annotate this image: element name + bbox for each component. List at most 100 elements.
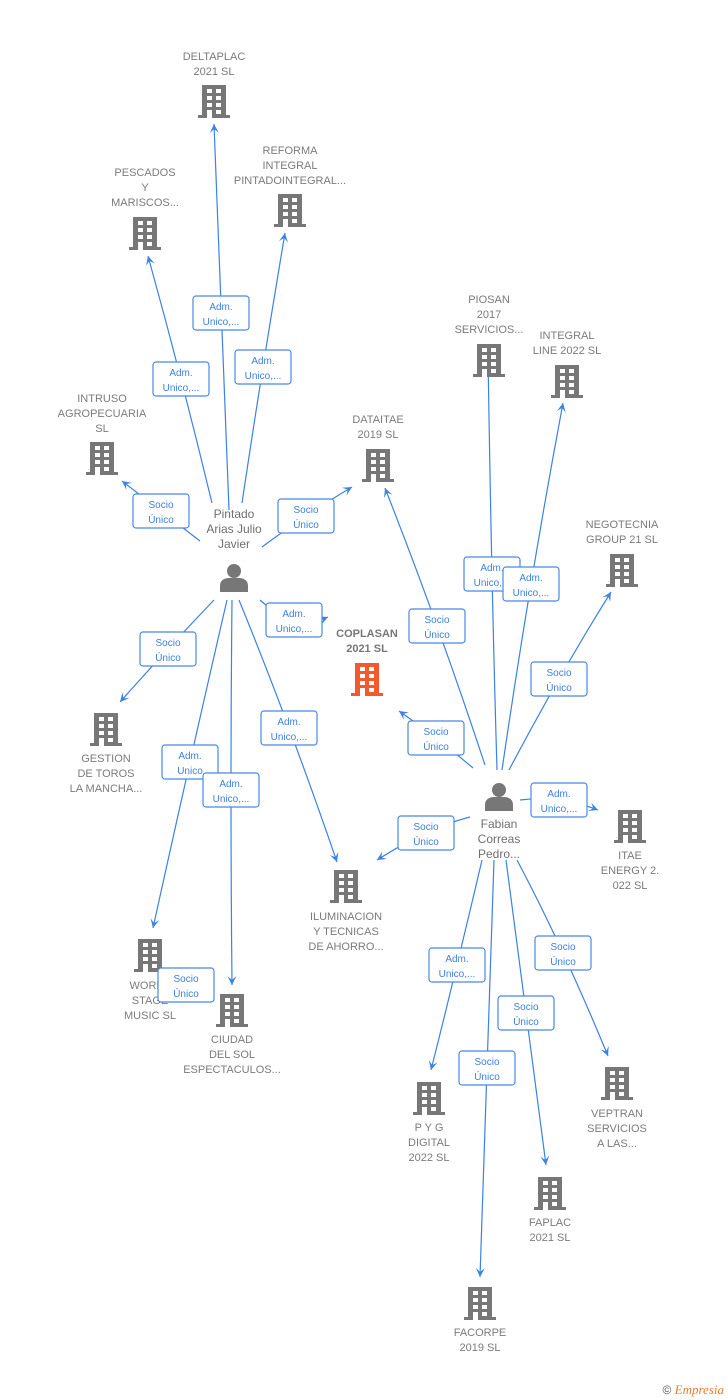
building-body bbox=[468, 1287, 492, 1318]
node-label: 2021 SL bbox=[194, 66, 235, 78]
node-deltaplac[interactable]: DELTAPLAC 2021 SL bbox=[183, 51, 246, 120]
edge-label[interactable]: Adm. Unico,... bbox=[152, 361, 210, 397]
edge-label[interactable]: Socio Único bbox=[497, 995, 555, 1031]
edge-label-text: Socio bbox=[293, 505, 318, 516]
edge-label-text: Unico,... bbox=[245, 371, 282, 382]
edge-label[interactable]: Adm. Unico,... bbox=[502, 566, 560, 602]
edge-label[interactable]: Socio Único bbox=[458, 1050, 516, 1086]
edge-label-text: Unico,... bbox=[541, 804, 578, 815]
edge-label[interactable]: Adm. Unico,... bbox=[260, 710, 318, 746]
node-label: 022 SL bbox=[613, 880, 648, 892]
edge-label-text: Socio bbox=[424, 615, 449, 626]
edge-label[interactable]: Socio Único bbox=[530, 661, 588, 697]
edge-label-text: Socio bbox=[155, 638, 180, 649]
edge-label[interactable]: Adm. Unico,... bbox=[234, 349, 292, 385]
edge-label-text: Adm. bbox=[169, 368, 192, 379]
node-label: P Y G bbox=[415, 1122, 444, 1134]
building-body bbox=[94, 713, 118, 744]
relationship-graph: DELTAPLAC 2021 SL PESCADOS Y MARISCOS... REFO… bbox=[58, 51, 660, 1354]
node-intruso[interactable]: INTRUSO AGROPECUARIA SL bbox=[58, 393, 147, 477]
edge-label-text: Único bbox=[513, 1015, 539, 1028]
edge-label-text: Único bbox=[474, 1070, 500, 1083]
node-label: VEPTRAN bbox=[591, 1108, 643, 1120]
building-base bbox=[614, 840, 646, 843]
edge-label-text: Adm. bbox=[178, 751, 201, 762]
building-body bbox=[202, 85, 226, 116]
node-iluminacion[interactable]: ILUMINACION Y TECNICAS DE AHORRO... bbox=[308, 870, 384, 953]
node-label: DATAITAE bbox=[352, 414, 403, 426]
node-pyg[interactable]: P Y G DIGITAL 2022 SL bbox=[408, 1082, 450, 1164]
edge-label[interactable]: Adm. Unico,... bbox=[192, 295, 250, 331]
building-icon bbox=[351, 663, 383, 698]
building-icon bbox=[198, 85, 230, 120]
edge-label-text: Unico,... bbox=[163, 383, 200, 394]
building-base bbox=[86, 472, 118, 475]
edge-label[interactable]: Socio Único bbox=[132, 493, 190, 529]
node-label: REFORMA bbox=[263, 145, 319, 157]
node-label: SERVICIOS... bbox=[455, 324, 524, 336]
node-label: PIOSAN bbox=[468, 294, 510, 306]
edge-label-text: Único bbox=[173, 987, 199, 1000]
edge-label-text: Socio bbox=[546, 668, 571, 679]
node-label: ESPECTACULOS... bbox=[183, 1064, 281, 1076]
building-base bbox=[330, 900, 362, 903]
building-body bbox=[417, 1082, 441, 1113]
building-body bbox=[278, 194, 302, 225]
node-label: FACORPE bbox=[454, 1327, 507, 1339]
node-faplac[interactable]: FAPLAC 2021 SL bbox=[529, 1177, 571, 1244]
edge-label-text: Unico,... bbox=[439, 969, 476, 980]
node-label: DELTAPLAC bbox=[183, 51, 246, 63]
node-dataitae[interactable]: DATAITAE 2019 SL bbox=[352, 414, 404, 484]
edge-label-text: Único bbox=[148, 513, 174, 526]
node-label: ENERGY 2. bbox=[601, 865, 660, 877]
node-reforma[interactable]: REFORMA INTEGRAL PINTADOINTEGRAL... bbox=[234, 145, 346, 229]
edge-label[interactable]: Socio Único bbox=[407, 720, 465, 756]
edge-label-text: Adm. bbox=[445, 954, 468, 965]
node-pintado[interactable]: PintadoArias JulioJavier bbox=[206, 507, 262, 592]
building-icon bbox=[464, 1287, 496, 1322]
edge-label-text: Unico,... bbox=[271, 732, 308, 743]
node-fabian[interactable]: FabianCorreasPedro... bbox=[478, 783, 521, 861]
edge-label[interactable]: Socio Único bbox=[277, 498, 335, 534]
node-label: FAPLAC bbox=[529, 1217, 571, 1229]
edge-label[interactable]: Adm. Unico,... bbox=[265, 602, 323, 638]
node-integral[interactable]: INTEGRAL LINE 2022 SL bbox=[533, 330, 602, 400]
node-piosan[interactable]: PIOSAN 2017 SERVICIOS... bbox=[455, 294, 524, 379]
edge-label[interactable]: Adm. Unico,... bbox=[428, 947, 486, 983]
arrowhead-icon bbox=[602, 592, 611, 603]
person-body bbox=[485, 797, 513, 811]
node-itae[interactable]: ITAE ENERGY 2. 022 SL bbox=[601, 810, 660, 892]
edge-label[interactable]: Socio Único bbox=[397, 815, 455, 851]
node-negotecnia[interactable]: NEGOTECNIA GROUP 21 SL bbox=[586, 519, 659, 589]
edge-label[interactable]: Socio Único bbox=[408, 608, 466, 644]
building-base bbox=[606, 584, 638, 587]
node-label: INTEGRAL bbox=[262, 160, 317, 172]
edge-label-text: Socio bbox=[513, 1002, 538, 1013]
edge-label[interactable]: Socio Único bbox=[534, 935, 592, 971]
node-pescados[interactable]: PESCADOS Y MARISCOS... bbox=[111, 167, 179, 252]
edge-label-text: Socio bbox=[423, 727, 448, 738]
edge-label[interactable]: Adm. Unico,... bbox=[530, 782, 588, 818]
node-label: A LAS... bbox=[597, 1138, 637, 1150]
edge-label[interactable]: Socio Único bbox=[139, 631, 197, 667]
node-label: COPLASAN bbox=[336, 628, 398, 640]
edge-label[interactable]: Socio Único bbox=[157, 967, 215, 1003]
building-body bbox=[138, 939, 162, 970]
node-label: LINE 2022 SL bbox=[533, 345, 602, 357]
edge-label[interactable]: Adm. Unico,... bbox=[202, 772, 260, 808]
building-icon bbox=[413, 1082, 445, 1117]
building-body bbox=[610, 554, 634, 585]
building-base bbox=[362, 479, 394, 482]
building-icon bbox=[90, 713, 122, 748]
building-icon bbox=[551, 365, 583, 400]
node-veptran[interactable]: VEPTRAN SERVICIOS A LAS... bbox=[587, 1067, 647, 1150]
empresia-logo[interactable]: Empresia bbox=[675, 1382, 724, 1397]
node-gestion[interactable]: GESTION DE TOROS LA MANCHA... bbox=[70, 713, 143, 795]
node-ciudad[interactable]: CIUDAD DEL SOL ESPECTACULOS... bbox=[183, 994, 281, 1076]
node-label: GROUP 21 SL bbox=[586, 534, 658, 546]
building-body bbox=[618, 810, 642, 841]
node-label: 2021 SL bbox=[346, 643, 388, 655]
node-label: 2021 SL bbox=[530, 1232, 571, 1244]
node-coplasan[interactable]: COPLASAN 2021 SL bbox=[336, 628, 398, 698]
node-facorpe[interactable]: FACORPE 2019 SL bbox=[454, 1287, 507, 1354]
